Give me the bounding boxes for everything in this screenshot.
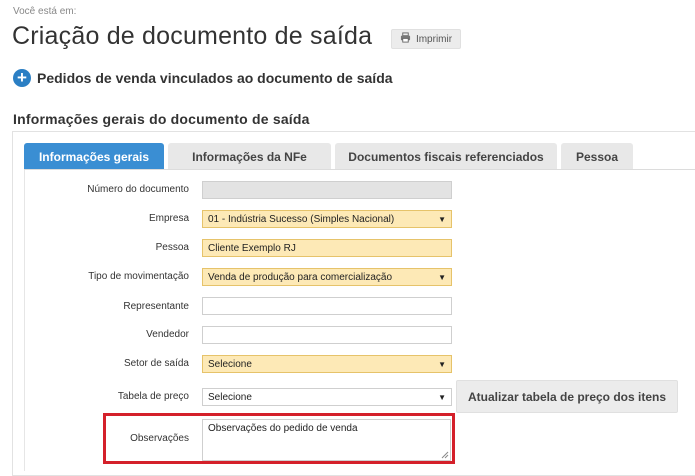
setor-saida-select[interactable]: Selecione ▼ (202, 355, 452, 373)
print-button[interactable]: Imprimir (391, 29, 461, 49)
tipo-movimentacao-label: Tipo de movimentação (88, 271, 189, 282)
tipo-movimentacao-select[interactable]: Venda de produção para comercialização ▼ (202, 268, 452, 286)
numero-documento-field (202, 181, 452, 199)
empresa-value: 01 - Indústria Sucesso (Simples Nacional… (208, 213, 395, 225)
chevron-down-icon: ▼ (438, 214, 446, 224)
setor-saida-value: Selecione (208, 358, 252, 370)
section-title: Informações gerais do documento de saída (13, 111, 310, 127)
empresa-select[interactable]: 01 - Indústria Sucesso (Simples Nacional… (202, 210, 452, 228)
setor-saida-label: Setor de saída (123, 358, 189, 369)
observacoes-value: Observações do pedido de venda (208, 423, 358, 434)
breadcrumb: Você está em: (13, 6, 77, 17)
tabela-preco-label: Tabela de preço (117, 391, 189, 402)
pessoa-label: Pessoa (155, 242, 189, 253)
chevron-down-icon: ▼ (438, 359, 446, 369)
linked-orders-toggle[interactable]: + Pedidos de venda vinculados ao documen… (13, 69, 393, 87)
observacoes-textarea[interactable]: Observações do pedido de venda (202, 419, 451, 461)
empresa-label: Empresa (148, 213, 189, 224)
tabela-preco-value: Selecione (208, 391, 252, 403)
numero-documento-label: Número do documento (87, 184, 189, 195)
pessoa-field[interactable]: Cliente Exemplo RJ (202, 239, 452, 257)
page-title: Criação de documento de saída (12, 22, 373, 50)
vendedor-field[interactable] (202, 326, 452, 344)
linked-orders-label: Pedidos de venda vinculados ao documento… (37, 70, 393, 86)
chevron-down-icon: ▼ (438, 392, 446, 402)
plus-circle-icon: + (13, 69, 31, 87)
tab-documentos-fiscais[interactable]: Documentos fiscais referenciados (335, 143, 557, 170)
print-button-label: Imprimir (415, 33, 453, 45)
tipo-movimentacao-value: Venda de produção para comercialização (208, 271, 393, 283)
chevron-down-icon: ▼ (438, 272, 446, 282)
resize-handle-icon[interactable] (441, 451, 449, 459)
update-price-table-button[interactable]: Atualizar tabela de preço dos itens (456, 380, 678, 413)
printer-icon (400, 32, 411, 46)
vendedor-label: Vendedor (146, 329, 189, 340)
tab-pessoa[interactable]: Pessoa (561, 143, 633, 170)
representante-label: Representante (123, 301, 189, 312)
tab-informacoes-nfe[interactable]: Informações da NFe (168, 143, 331, 170)
pessoa-value: Cliente Exemplo RJ (208, 242, 296, 254)
tab-informacoes-gerais[interactable]: Informações gerais (24, 143, 164, 170)
representante-field[interactable] (202, 297, 452, 315)
tabela-preco-select[interactable]: Selecione ▼ (202, 388, 452, 406)
